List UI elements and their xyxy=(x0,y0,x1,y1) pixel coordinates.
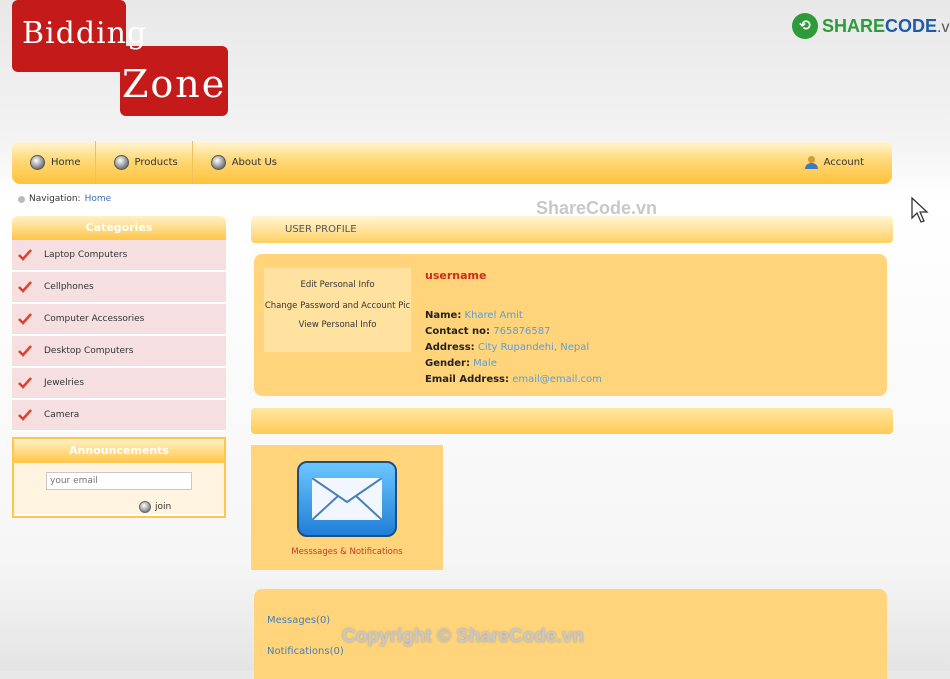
category-label: Camera xyxy=(44,410,80,420)
notifications-link[interactable]: Notifications(0) xyxy=(267,646,344,657)
category-label: Computer Accessories xyxy=(44,314,145,324)
user-icon xyxy=(804,156,818,169)
site-logo[interactable]: Bidding Zone xyxy=(12,0,228,116)
globe-icon xyxy=(30,155,45,170)
category-item[interactable]: Jewelries xyxy=(12,368,226,400)
join-label: join xyxy=(155,502,172,512)
logo-text-zone: Zone xyxy=(122,62,227,106)
categories-panel: Categories Laptop Computers Cellphones C… xyxy=(12,216,226,432)
brand-text: SHARECODE.vn xyxy=(822,15,950,36)
email-input[interactable] xyxy=(46,472,192,490)
profile-row-gender: Gender: Male xyxy=(425,358,497,369)
profile-row-email: Email Address: email@email.com xyxy=(425,374,602,385)
nav-products-label: Products xyxy=(134,157,178,168)
bullet-icon xyxy=(18,195,25,203)
category-label: Laptop Computers xyxy=(44,250,128,260)
sharecode-brand: ⟲ SHARECODE.vn xyxy=(792,12,950,40)
messages-link[interactable]: Messages(0) xyxy=(267,615,330,626)
check-icon xyxy=(18,409,32,421)
messages-tile-label: Messsages & Notifications xyxy=(291,547,403,557)
category-item[interactable]: Desktop Computers xyxy=(12,336,226,368)
check-icon xyxy=(18,249,32,261)
globe-icon xyxy=(139,501,151,513)
category-item[interactable]: Laptop Computers xyxy=(12,240,226,272)
check-icon xyxy=(18,313,32,325)
messages-tile[interactable]: Messsages & Notifications xyxy=(251,445,443,570)
profile-username: username xyxy=(425,269,487,282)
envelope-icon xyxy=(297,461,397,537)
edit-personal-info-link[interactable]: Edit Personal Info xyxy=(264,280,411,290)
check-icon xyxy=(18,345,32,357)
main-nav: Home Products About Us Account xyxy=(12,141,892,184)
profile-menu: Edit Personal Info Change Password and A… xyxy=(264,268,411,352)
globe-icon xyxy=(113,155,129,170)
section-divider-bar xyxy=(251,408,893,434)
globe-icon xyxy=(210,155,226,170)
change-password-link[interactable]: Change Password and Account Pic xyxy=(264,301,411,312)
breadcrumb-label: Navigation: xyxy=(29,194,81,204)
category-item[interactable]: Cellphones xyxy=(12,272,226,304)
announcements-title: Announcements xyxy=(14,439,224,463)
announcements-body: join xyxy=(14,463,224,514)
nav-home-label: Home xyxy=(51,157,81,168)
profile-box: Edit Personal Info Change Password and A… xyxy=(254,254,887,396)
category-label: Cellphones xyxy=(44,282,94,292)
nav-account-label: Account xyxy=(823,157,864,168)
profile-row-contact: Contact no: 765876587 xyxy=(425,326,551,337)
mouse-cursor-icon xyxy=(911,196,929,223)
watermark-bottom: Copyright © ShareCode.vn xyxy=(342,626,585,647)
view-personal-info-link[interactable]: View Personal Info xyxy=(264,320,411,330)
profile-details: Name: Kharel Amit Contact no: 765876587 … xyxy=(425,308,602,388)
join-button[interactable]: join xyxy=(139,501,171,513)
nav-products[interactable]: Products xyxy=(96,141,193,184)
check-icon xyxy=(18,377,32,389)
nav-about-us[interactable]: About Us xyxy=(193,141,291,184)
breadcrumb-home-link[interactable]: Home xyxy=(85,194,112,204)
category-label: Desktop Computers xyxy=(44,346,134,356)
category-item[interactable]: Computer Accessories xyxy=(12,304,226,336)
breadcrumb: Navigation: Home xyxy=(18,194,111,204)
profile-row-name: Name: Kharel Amit xyxy=(425,310,523,321)
nav-about-label: About Us xyxy=(231,157,277,168)
nav-account[interactable]: Account xyxy=(787,141,892,184)
categories-title: Categories xyxy=(12,216,226,240)
profile-row-address: Address: City Rupandehi, Nepal xyxy=(425,342,590,353)
share-icon: ⟲ xyxy=(792,13,818,39)
category-item[interactable]: Camera xyxy=(12,400,226,432)
announcements-panel: Announcements join xyxy=(12,437,226,518)
user-profile-header: USER PROFILE xyxy=(251,216,893,243)
check-icon xyxy=(18,281,32,293)
category-label: Jewelries xyxy=(44,378,85,388)
nav-home[interactable]: Home xyxy=(12,141,96,184)
logo-text-bidding: Bidding xyxy=(22,16,148,51)
